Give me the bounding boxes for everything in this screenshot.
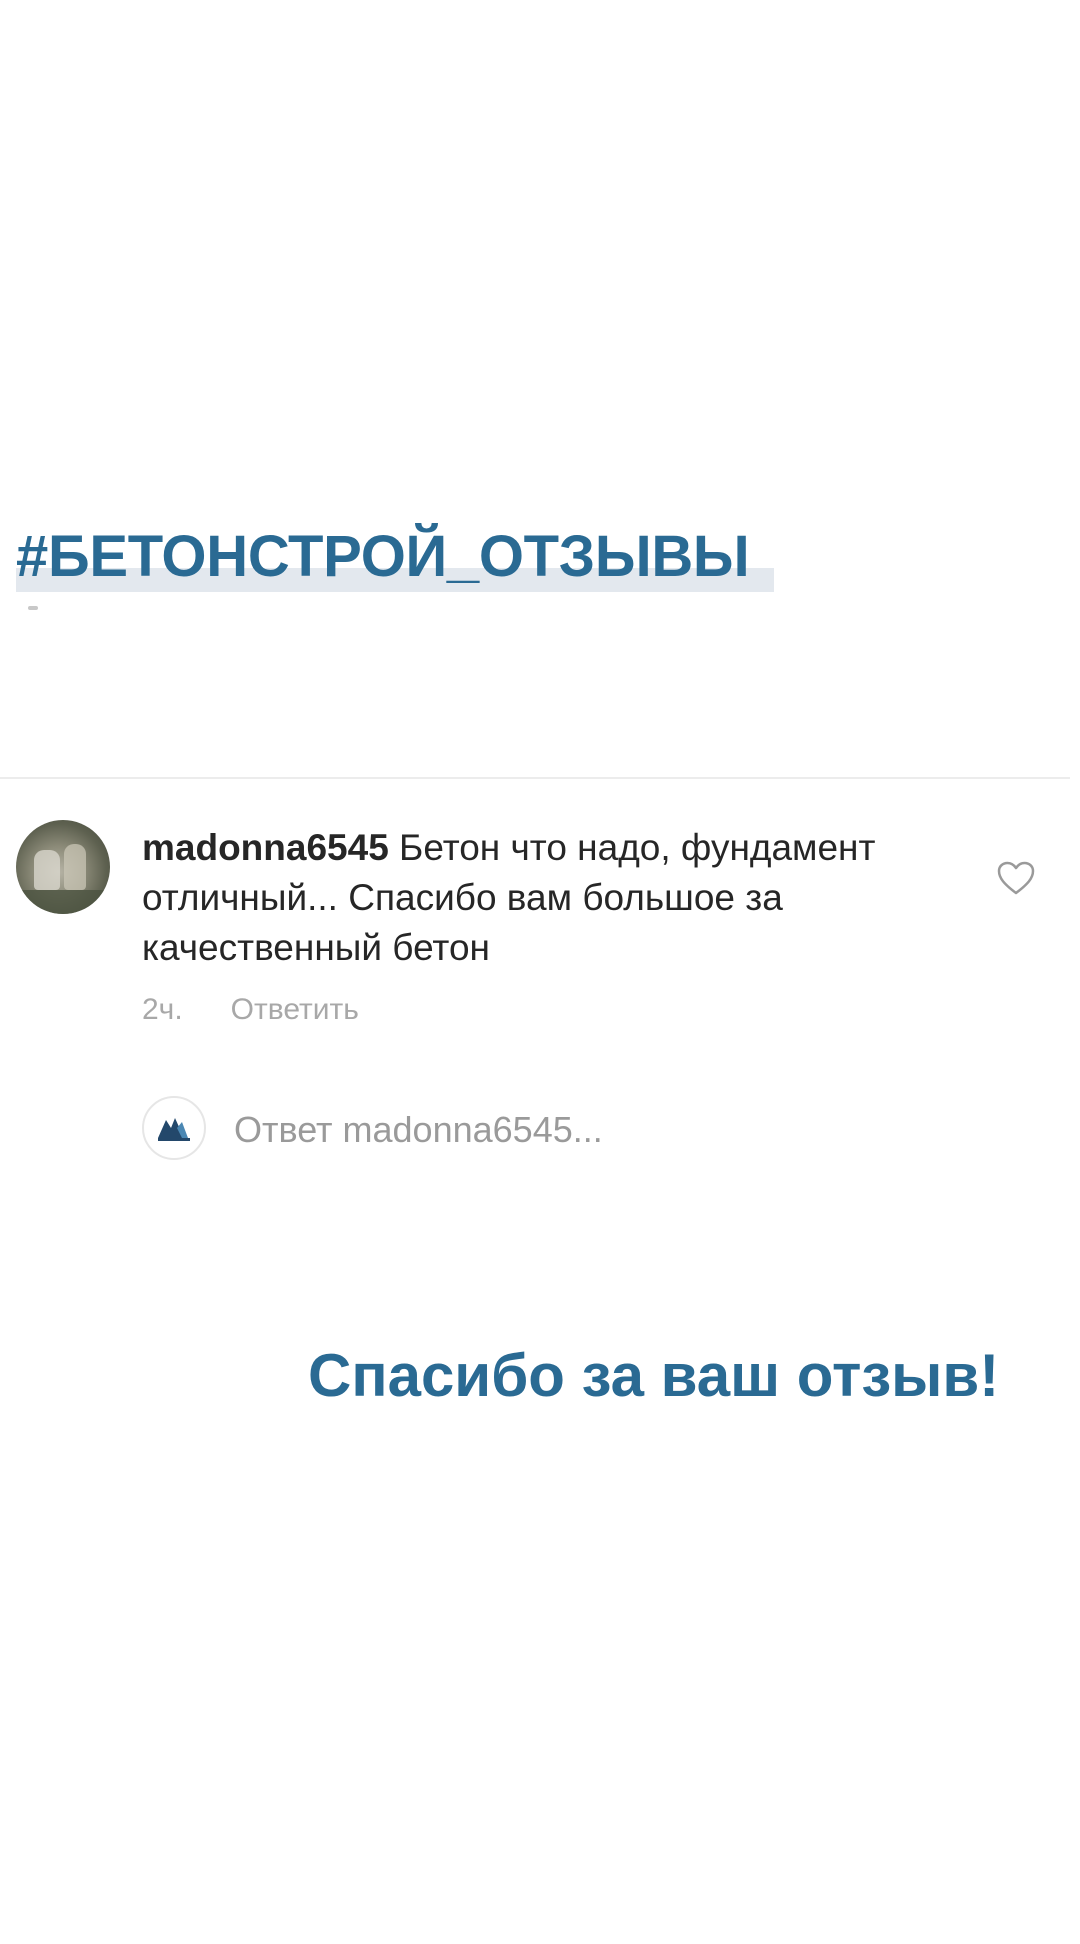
divider: [0, 777, 1070, 779]
comment-body: madonna6545 Бетон что надо, фундамент от…: [142, 823, 922, 973]
brand-logo-icon: [158, 1118, 190, 1141]
story-page: #БЕТОНСТРОЙ_ОТЗЫВЫ madonna6545 Бетон что…: [0, 0, 1080, 1944]
reply-input[interactable]: Ответ madonna6545...: [234, 1108, 603, 1152]
own-avatar: [142, 1096, 206, 1160]
comment-username[interactable]: madonna6545: [142, 827, 389, 868]
thanks-message: Спасибо за ваш отзыв!: [308, 1342, 1000, 1409]
avatar[interactable]: [16, 820, 110, 914]
reply-button[interactable]: Ответить: [231, 993, 359, 1026]
comment-time: 2ч.: [142, 993, 183, 1026]
hashtag-title[interactable]: #БЕТОНСТРОЙ_ОТЗЫВЫ: [16, 522, 776, 596]
hashtag-text: #БЕТОНСТРОЙ_ОТЗЫВЫ: [16, 524, 750, 589]
comment-meta: 2ч. Ответить: [142, 990, 359, 1030]
heart-outline-icon[interactable]: [996, 860, 1036, 896]
decorative-mark: [28, 606, 38, 610]
